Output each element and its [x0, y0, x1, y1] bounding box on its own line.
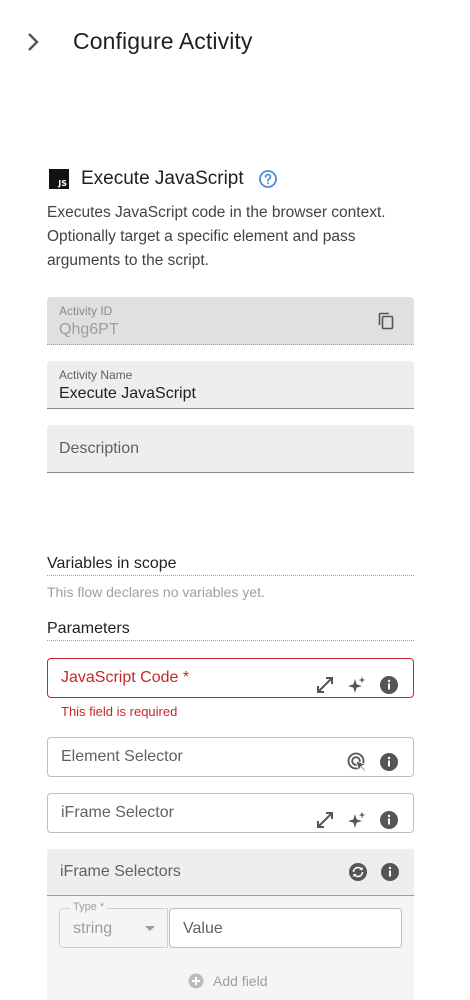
type-select[interactable]: Type * string: [59, 901, 168, 948]
description-field[interactable]: Description: [47, 425, 414, 473]
parameters-section-title: Parameters: [47, 620, 414, 641]
activity-name-label: Activity Name: [59, 368, 133, 382]
activity-description: Executes JavaScript code in the browser …: [47, 204, 386, 269]
panel-header: Configure Activity: [0, 0, 470, 84]
add-field-label: Add field: [213, 973, 268, 989]
variables-section-title: Variables in scope: [47, 555, 414, 576]
info-icon[interactable]: [379, 675, 399, 695]
toggle-mode-icon[interactable]: [348, 862, 368, 882]
activity-heading: JS Execute JavaScript: [47, 166, 278, 192]
value-input[interactable]: Value: [169, 908, 402, 948]
iframe-selectors-group: iFrame Selectors Type * string Value Add…: [47, 849, 414, 1000]
javascript-code-error: This field is required: [61, 704, 178, 719]
caret-down-icon: [145, 926, 155, 931]
activity-title: Execute JavaScript: [81, 168, 244, 189]
info-icon[interactable]: [379, 810, 399, 830]
ai-sparkle-icon[interactable]: [347, 675, 367, 695]
javascript-code-field[interactable]: JavaScript Code *: [47, 658, 414, 698]
type-value: string: [73, 920, 113, 937]
javascript-code-label: JavaScript Code *: [61, 669, 190, 686]
type-label: Type *: [70, 901, 108, 913]
activity-name-value: Execute JavaScript: [59, 385, 196, 402]
info-icon[interactable]: [379, 752, 399, 772]
page-title: Configure Activity: [73, 28, 253, 54]
copy-icon[interactable]: [376, 311, 396, 331]
description-placeholder: Description: [59, 440, 140, 457]
javascript-logo-icon: JS: [49, 169, 69, 189]
iframe-selector-field[interactable]: iFrame Selector: [47, 793, 414, 833]
expand-icon[interactable]: [315, 675, 335, 695]
target-select-icon[interactable]: [347, 752, 367, 772]
add-circle-icon: [188, 973, 204, 989]
activity-id-field: Activity ID Qhg6PT: [47, 297, 414, 345]
activity-id-label: Activity ID: [59, 304, 113, 318]
info-icon[interactable]: [380, 862, 400, 882]
element-selector-field[interactable]: Element Selector: [47, 737, 414, 777]
iframe-selectors-header: iFrame Selectors: [47, 849, 414, 896]
activity-name-field[interactable]: Activity Name Execute JavaScript: [47, 361, 414, 409]
expand-icon[interactable]: [315, 810, 335, 830]
activity-id-value: Qhg6PT: [59, 321, 119, 338]
element-selector-label: Element Selector: [61, 748, 183, 765]
ai-sparkle-icon[interactable]: [347, 810, 367, 830]
chevron-right-icon[interactable]: [22, 30, 44, 54]
iframe-selector-label: iFrame Selector: [61, 804, 174, 821]
value-placeholder: Value: [183, 920, 223, 937]
iframe-selectors-title: iFrame Selectors: [60, 863, 181, 880]
help-icon[interactable]: [258, 169, 278, 189]
variables-hint: This flow declares no variables yet.: [47, 584, 265, 600]
add-field-button[interactable]: Add field: [188, 973, 267, 989]
